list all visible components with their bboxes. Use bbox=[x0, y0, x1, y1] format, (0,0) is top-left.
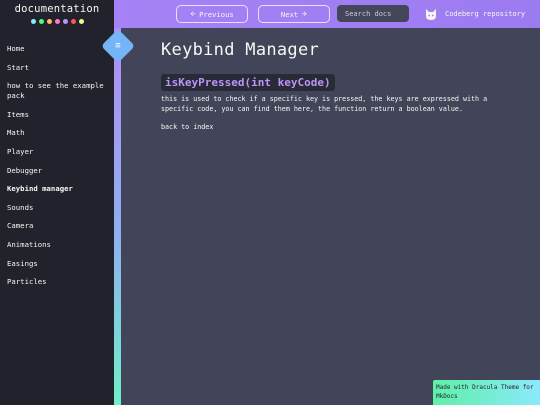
color-dot bbox=[70, 19, 76, 24]
sidebar-nav: Home Start how to see the example pack I… bbox=[0, 44, 114, 296]
brand: documentation bbox=[0, 0, 114, 34]
previous-button[interactable]: 🡨 Previous bbox=[176, 5, 248, 23]
codeberg-icon bbox=[426, 8, 436, 20]
function-description: this is used to check if a specific key … bbox=[161, 95, 488, 113]
sidebar-item-items[interactable]: Items bbox=[0, 110, 114, 120]
sidebar-item-debugger[interactable]: Debugger bbox=[0, 166, 114, 176]
topbar: 🡨 Previous Next 🡪 Search docs Codeberg r… bbox=[114, 0, 540, 28]
arrow-left-icon: 🡨 bbox=[190, 8, 197, 18]
sidebar-accent-strip bbox=[114, 28, 121, 405]
color-dot bbox=[62, 19, 68, 24]
next-label: Next bbox=[280, 9, 299, 19]
next-button[interactable]: Next 🡪 bbox=[258, 5, 330, 23]
sidebar-item-math[interactable]: Math bbox=[0, 128, 114, 138]
sidebar-item-keybind-manager[interactable]: Keybind manager bbox=[0, 184, 114, 194]
previous-label: Previous bbox=[199, 9, 234, 19]
sidebar-item-camera[interactable]: Camera bbox=[0, 221, 114, 231]
sidebar-item-easings[interactable]: Easings bbox=[0, 259, 114, 269]
sidebar-item-player[interactable]: Player bbox=[0, 147, 114, 157]
page-title: Keybind Manager bbox=[161, 40, 320, 60]
back-to-index-link[interactable]: back to index bbox=[161, 123, 213, 131]
repository-link[interactable]: Codeberg repository bbox=[424, 6, 525, 22]
color-dot bbox=[38, 19, 44, 24]
main-content: Keybind Manager isKeyPressed(int keyCode… bbox=[161, 40, 531, 133]
sidebar-item-animations[interactable]: Animations bbox=[0, 240, 114, 250]
color-dot bbox=[78, 19, 84, 24]
search-input[interactable]: Search docs bbox=[337, 5, 409, 22]
sidebar-item-sounds[interactable]: Sounds bbox=[0, 203, 114, 213]
arrow-right-icon: 🡪 bbox=[301, 8, 308, 18]
color-dot bbox=[30, 19, 36, 24]
function-signature: isKeyPressed(int keyCode) bbox=[161, 74, 335, 91]
repository-label: Codeberg repository bbox=[445, 10, 526, 18]
sidebar-item-start[interactable]: Start bbox=[0, 63, 114, 73]
sidebar-item-example-pack[interactable]: how to see the example pack bbox=[0, 81, 114, 101]
sidebar-item-home[interactable]: Home bbox=[0, 44, 114, 54]
sidebar: documentation Home Start how to see the … bbox=[0, 0, 114, 405]
color-dot bbox=[54, 19, 60, 24]
sidebar-item-particles[interactable]: Particles bbox=[0, 277, 114, 287]
site-title[interactable]: documentation bbox=[0, 3, 114, 15]
color-dots bbox=[0, 19, 114, 24]
theme-credit-badge[interactable]: Made with Dracula Theme for MkDocs bbox=[433, 380, 540, 405]
color-dot bbox=[46, 19, 52, 24]
